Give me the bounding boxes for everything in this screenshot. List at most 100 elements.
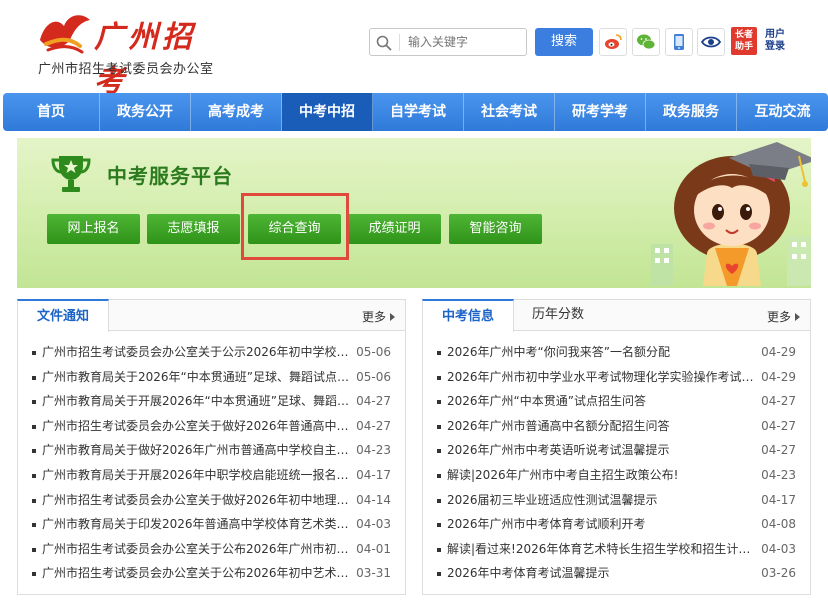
- bullet: [437, 473, 441, 478]
- list-item[interactable]: 2026年中考体育考试温馨提示 03-26: [423, 561, 810, 586]
- nav-item-gov-service[interactable]: 政务服务: [646, 93, 737, 131]
- list-item[interactable]: 广州市招生考试委员会办公室关于公布2026年广州市初中学... 04-01: [18, 537, 405, 562]
- list-item[interactable]: 广州市教育局关于2026年“中本贯通班”足球、舞蹈试点项... 05-06: [18, 365, 405, 390]
- list-item-title[interactable]: 2026届初三毕业班适应性测试温馨提示: [447, 488, 757, 513]
- nav-item-zhongkao[interactable]: 中考中招: [282, 93, 373, 131]
- service-banner: 中考服务平台 网上报名 志愿填报 综合查询 成绩证明 智能咨询: [17, 138, 811, 288]
- search-divider: [399, 34, 400, 51]
- list-item-title[interactable]: 2026年广州市普通高中名额分配招生问答: [447, 414, 757, 439]
- list-item-title[interactable]: 2026年广州市初中学业水平考试物理化学实验操作考试温馨...: [447, 365, 757, 390]
- list-item-title[interactable]: 广州市教育局关于开展2026年“中本贯通班”足球、舞蹈试...: [42, 389, 354, 414]
- mobile-button[interactable]: [665, 28, 693, 56]
- list-item[interactable]: 广州市教育局关于开展2026年中职学校启能班统一报名甄选... 04-17: [18, 463, 405, 488]
- list-item[interactable]: 2026年广州市中考英语听说考试温馨提示 04-27: [423, 438, 810, 463]
- file-notice-panel: 文件通知 更多 广州市招生考试委员会办公室关于公示2026年初中学校符合... 0…: [17, 299, 406, 595]
- list-item[interactable]: 广州市教育局关于印发2026年普通高中学校体育艺术类特长... 04-03: [18, 512, 405, 537]
- nav-item-self-study[interactable]: 自学考试: [373, 93, 464, 131]
- list-item-title[interactable]: 2026年广州“中本贯通”试点招生问答: [447, 389, 757, 414]
- more-link[interactable]: 更多: [767, 308, 800, 325]
- list-item[interactable]: 解读|2026年广州市中考自主招生政策公布! 04-23: [423, 463, 810, 488]
- list-item-date: 04-27: [761, 418, 796, 433]
- list-item-title[interactable]: 解读|2026年广州市中考自主招生政策公布!: [447, 463, 757, 488]
- list-item[interactable]: 2026年广州中考“你问我来答”一名额分配 04-29: [423, 340, 810, 365]
- bullet: [437, 375, 441, 380]
- panel-header: 文件通知 更多: [17, 299, 405, 332]
- list-item-title[interactable]: 解读|看过来!2026年体育艺术特长生招生学校和招生计划公...: [447, 537, 757, 562]
- tab-file-notice[interactable]: 文件通知: [17, 299, 109, 332]
- site-subtitle: 广州市招生考试委员会办公室: [38, 62, 214, 77]
- list-item[interactable]: 2026年广州市初中学业水平考试物理化学实验操作考试温馨... 04-29: [423, 365, 810, 390]
- file-notice-list: 广州市招生考试委员会办公室关于公示2026年初中学校符合... 05-06 广州市…: [18, 340, 405, 586]
- list-item-title[interactable]: 2026年中考体育考试温馨提示: [447, 561, 757, 586]
- list-item-title[interactable]: 广州市教育局关于开展2026年中职学校启能班统一报名甄选...: [42, 463, 354, 488]
- banner-title: 中考服务平台: [107, 164, 233, 188]
- list-item-title[interactable]: 广州市教育局关于做好2026年广州市普通高中学校自主招生...: [42, 438, 354, 463]
- panel-header: 中考信息 历年分数 更多: [422, 299, 810, 332]
- online-registration-button[interactable]: 网上报名: [47, 214, 140, 244]
- nav-item-home[interactable]: 首页: [3, 93, 100, 131]
- list-item-date: 04-08: [761, 517, 796, 532]
- more-link[interactable]: 更多: [362, 308, 395, 325]
- logo-text: 广州招考: [94, 20, 196, 99]
- weibo-button[interactable]: [599, 28, 627, 56]
- list-item[interactable]: 广州市招生考试委员会办公室关于做好2026年普通高中名额... 04-27: [18, 414, 405, 439]
- list-item[interactable]: 2026年广州“中本贯通”试点招生问答 04-27: [423, 389, 810, 414]
- list-item-title[interactable]: 广州市招生考试委员会办公室关于公布2026年初中艺术学业...: [42, 561, 354, 586]
- elder-assistant-button[interactable]: 长者助手: [731, 27, 757, 55]
- list-item[interactable]: 广州市教育局关于做好2026年广州市普通高中学校自主招生... 04-23: [18, 438, 405, 463]
- list-item[interactable]: 2026年广州市普通高中名额分配招生问答 04-27: [423, 414, 810, 439]
- list-item-title[interactable]: 广州市招生考试委员会办公室关于公布2026年广州市初中学...: [42, 537, 354, 562]
- list-item-title[interactable]: 广州市教育局关于2026年“中本贯通班”足球、舞蹈试点项...: [42, 365, 354, 390]
- more-label: 更多: [361, 310, 386, 324]
- nav-item-interaction[interactable]: 互动交流: [737, 93, 828, 131]
- list-item[interactable]: 广州市招生考试委员会办公室关于做好2026年初中地理、生... 04-14: [18, 488, 405, 513]
- list-item-date: 04-01: [356, 541, 391, 556]
- list-item[interactable]: 解读|看过来!2026年体育艺术特长生招生学校和招生计划公... 04-03: [423, 537, 810, 562]
- list-item[interactable]: 2026年广州市中考体育考试顺利开考 04-08: [423, 512, 810, 537]
- wechat-button[interactable]: [632, 28, 660, 56]
- smart-consult-button[interactable]: 智能咨询: [449, 214, 542, 244]
- arrow-right-icon: [390, 313, 395, 321]
- list-item-date: 05-06: [356, 369, 391, 384]
- score-certificate-button[interactable]: 成绩证明: [348, 214, 441, 244]
- list-item[interactable]: 2026届初三毕业班适应性测试温馨提示 04-17: [423, 488, 810, 513]
- list-item-title[interactable]: 2026年广州市中考英语听说考试温馨提示: [447, 438, 757, 463]
- bullet: [32, 424, 36, 429]
- highlight-frame: [241, 193, 349, 260]
- list-item-date: 04-14: [356, 492, 391, 507]
- search-box[interactable]: [369, 28, 527, 56]
- list-item-title[interactable]: 2026年广州市中考体育考试顺利开考: [447, 512, 757, 537]
- search-input[interactable]: [408, 33, 520, 51]
- user-login-button[interactable]: 用户登录: [761, 27, 789, 55]
- tab-past-scores[interactable]: 历年分数: [515, 299, 601, 331]
- search-icon: [376, 35, 392, 51]
- volunteer-fill-button[interactable]: 志愿填报: [147, 214, 240, 244]
- list-item-date: 04-29: [761, 345, 796, 359]
- nav-item-postgrad[interactable]: 研考学考: [555, 93, 646, 131]
- bullet: [32, 523, 36, 528]
- eye-icon: [701, 36, 721, 48]
- bullet: [32, 449, 36, 454]
- accessibility-button[interactable]: [697, 28, 725, 56]
- list-item-date: 04-03: [761, 541, 796, 556]
- list-item[interactable]: 广州市招生考试委员会办公室关于公布2026年初中艺术学业... 03-31: [18, 561, 405, 586]
- nav-item-gaokao[interactable]: 高考成考: [191, 93, 282, 131]
- more-label: 更多: [766, 310, 791, 324]
- list-item-date: 04-23: [761, 467, 796, 482]
- list-item-title[interactable]: 广州市教育局关于印发2026年普通高中学校体育艺术类特长...: [42, 512, 354, 537]
- list-item[interactable]: 广州市教育局关于开展2026年“中本贯通班”足球、舞蹈试... 04-27: [18, 389, 405, 414]
- list-item-title[interactable]: 广州市招生考试委员会办公室关于公示2026年初中学校符合...: [42, 340, 354, 365]
- nav-item-social-exam[interactable]: 社会考试: [464, 93, 555, 131]
- tab-zhongkao-info[interactable]: 中考信息: [422, 299, 514, 332]
- list-item-date: 05-06: [356, 345, 391, 359]
- list-item-title[interactable]: 2026年广州中考“你问我来答”一名额分配: [447, 340, 757, 365]
- list-item-title[interactable]: 广州市招生考试委员会办公室关于做好2026年初中地理、生...: [42, 488, 354, 513]
- list-item-title[interactable]: 广州市招生考试委员会办公室关于做好2026年普通高中名额...: [42, 414, 354, 439]
- site-logo[interactable]: 广州招考: [34, 8, 214, 99]
- list-item-date: 04-27: [761, 443, 796, 458]
- list-item[interactable]: 广州市招生考试委员会办公室关于公示2026年初中学校符合... 05-06: [18, 340, 405, 365]
- bullet: [437, 498, 441, 503]
- search-button[interactable]: 搜索: [535, 28, 593, 56]
- nav-item-gov-open[interactable]: 政务公开: [100, 93, 191, 131]
- list-item-date: 03-26: [761, 566, 796, 581]
